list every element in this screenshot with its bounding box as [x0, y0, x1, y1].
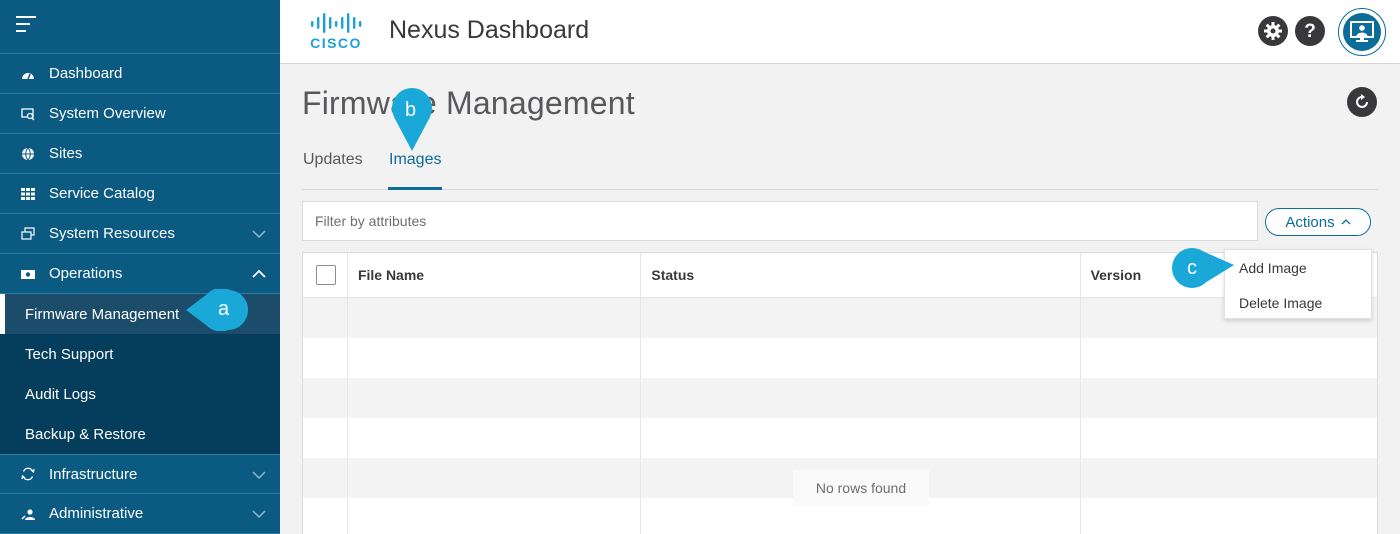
sidebar-subitem-tech-support[interactable]: Tech Support — [0, 334, 280, 374]
sidebar-item-operations[interactable]: Operations — [0, 254, 280, 294]
sidebar-item-service-catalog[interactable]: Service Catalog — [0, 174, 280, 214]
cisco-logo-text: CISCO — [310, 35, 362, 51]
callout-c — [1172, 248, 1234, 288]
help-button[interactable]: ? — [1295, 16, 1325, 46]
user-avatar[interactable] — [1338, 8, 1386, 56]
refresh-button[interactable] — [1347, 87, 1377, 117]
select-all-checkbox[interactable] — [316, 265, 336, 285]
sidebar-item-label: Sites — [49, 145, 83, 162]
chevron-up-icon — [1341, 219, 1351, 225]
sidebar: Dashboard System Overview Sites Service … — [0, 0, 280, 534]
sidebar-item-label: Dashboard — [49, 65, 123, 82]
table-row — [303, 378, 1377, 418]
refresh-icon — [1356, 94, 1368, 108]
sidebar-item-label: Operations — [49, 265, 123, 282]
menu-item-add-image[interactable]: Add Image — [1225, 250, 1371, 285]
sidebar-item-sites[interactable]: Sites — [0, 134, 280, 174]
table-row — [303, 338, 1377, 378]
actions-button[interactable]: Actions — [1265, 208, 1371, 236]
page-title: Firmware Management — [302, 85, 635, 121]
infrastructure-icon — [20, 466, 36, 482]
chevron-down-icon — [252, 230, 266, 239]
sidebar-item-administrative[interactable]: Administrative — [0, 494, 280, 534]
top-header: CISCO Nexus Dashboard ? — [280, 0, 1400, 64]
sidebar-item-label: Infrastructure — [49, 465, 138, 483]
sidebar-item-infrastructure[interactable]: Infrastructure — [0, 454, 280, 494]
system-overview-icon — [20, 106, 36, 122]
sidebar-item-label: Service Catalog — [49, 185, 155, 202]
table-row — [303, 298, 1377, 338]
sidebar-item-label: Administrative — [49, 505, 144, 522]
settings-button[interactable] — [1258, 16, 1288, 46]
callout-b-label: b — [405, 99, 417, 121]
sidebar-top — [0, 0, 280, 54]
column-header-file-name[interactable]: File Name — [348, 253, 642, 297]
globe-icon — [20, 146, 36, 162]
sidebar-subitem-audit-logs[interactable]: Audit Logs — [0, 374, 280, 414]
tab-bar: Updates Images — [302, 142, 1378, 190]
menu-item-delete-image[interactable]: Delete Image — [1225, 285, 1371, 320]
operations-icon — [20, 266, 36, 282]
tab-images[interactable]: Images — [388, 151, 443, 190]
help-icon: ? — [1304, 20, 1316, 42]
actions-dropdown-menu: Add Image Delete Image — [1224, 249, 1372, 319]
empty-table-message: No rows found — [793, 470, 929, 506]
gear-icon — [1264, 22, 1282, 40]
callout-a-label: a — [218, 298, 230, 320]
sidebar-subitem-label: Audit Logs — [25, 385, 96, 403]
cisco-logo[interactable]: CISCO — [310, 13, 372, 51]
sidebar-item-dashboard[interactable]: Dashboard — [0, 54, 280, 94]
callout-c-label: c — [1187, 257, 1197, 279]
sidebar-item-system-overview[interactable]: System Overview — [0, 94, 280, 134]
grid-icon — [20, 186, 36, 202]
menu-icon[interactable] — [16, 16, 38, 36]
chevron-down-icon — [252, 510, 266, 519]
sidebar-subitem-label: Tech Support — [25, 345, 114, 363]
filter-input[interactable] — [302, 201, 1258, 241]
user-monitor-icon — [1343, 13, 1381, 51]
tab-updates[interactable]: Updates — [303, 151, 363, 190]
column-header-status[interactable]: Status — [641, 253, 1081, 297]
app-title: Nexus Dashboard — [389, 16, 590, 44]
sidebar-item-label: System Overview — [49, 105, 166, 122]
sidebar-subitem-backup-restore[interactable]: Backup & Restore — [0, 414, 280, 454]
chevron-up-icon — [252, 269, 266, 278]
resources-icon — [20, 226, 36, 242]
sidebar-subitem-label: Firmware Management — [25, 305, 180, 323]
actions-button-label: Actions — [1285, 213, 1335, 231]
sidebar-item-label: System Resources — [49, 225, 175, 242]
sidebar-item-system-resources[interactable]: System Resources — [0, 214, 280, 254]
select-all-cell — [303, 253, 348, 297]
sidebar-subitem-label: Backup & Restore — [25, 425, 146, 443]
table-row — [303, 418, 1377, 458]
callout-a — [186, 289, 248, 331]
images-table: File Name Status Version No rows found — [302, 252, 1378, 534]
administrative-icon — [20, 506, 36, 522]
dashboard-icon — [20, 66, 36, 82]
chevron-down-icon — [252, 471, 266, 480]
